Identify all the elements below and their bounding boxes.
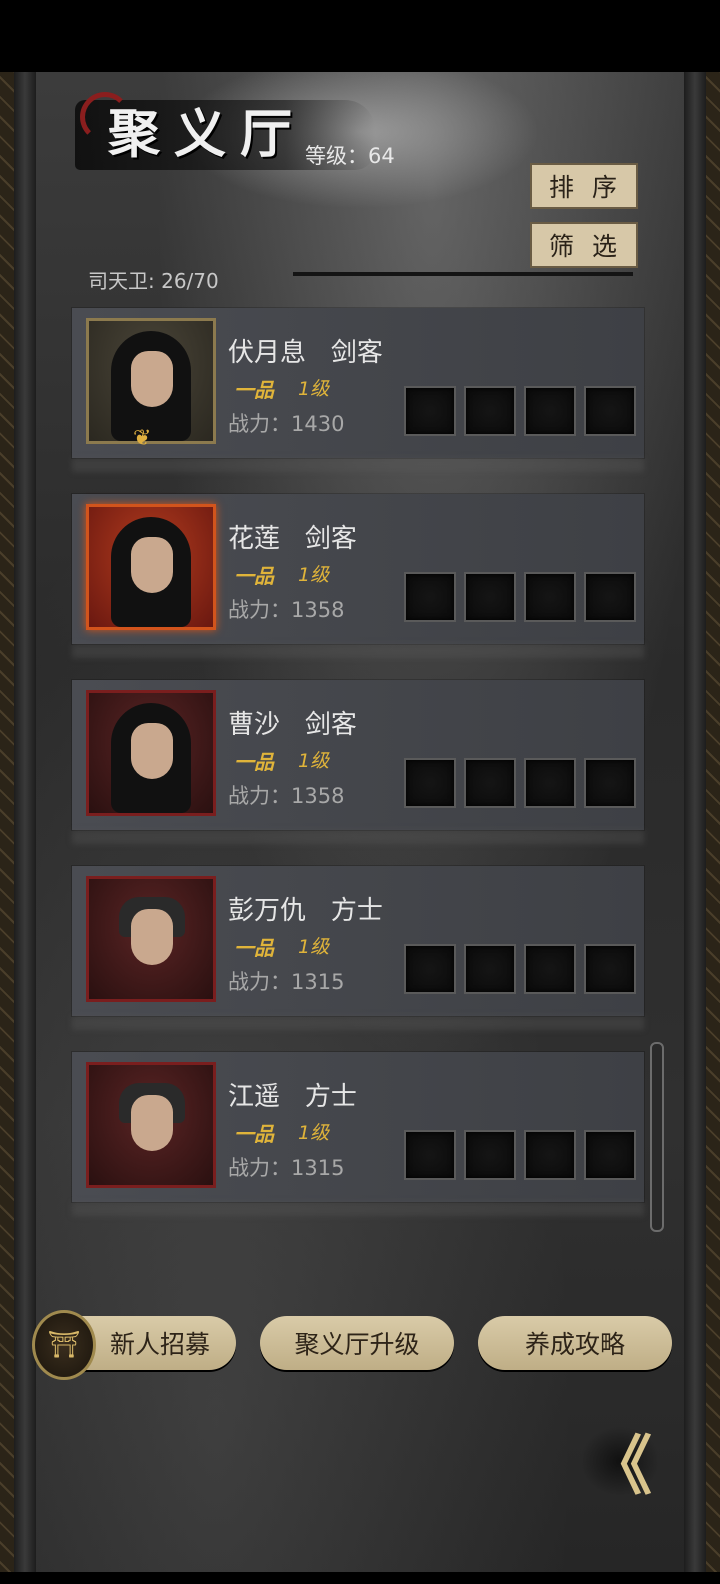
hero-name-text: 伏月息	[228, 338, 307, 368]
page-title: 聚义厅	[108, 104, 307, 165]
equipment-slot[interactable]	[584, 944, 636, 994]
filter-button[interactable]: 筛选	[530, 222, 638, 268]
hero-portrait[interactable]	[86, 1062, 216, 1188]
hero-level: 1级	[298, 936, 330, 958]
hall-level: 等级：64	[305, 144, 395, 168]
equipment-slot[interactable]	[464, 386, 516, 436]
equipment-slot[interactable]	[404, 386, 456, 436]
hero-name: 彭万仇 方士	[228, 890, 383, 927]
hero-card[interactable]: 曹沙 剑客 一品 1级 战力：1358	[72, 680, 644, 830]
hero-name: 曹沙 剑客	[228, 704, 357, 741]
hero-role: 剑客	[304, 524, 357, 554]
right-pillar	[684, 72, 706, 1572]
list-scrollbar[interactable]	[650, 1042, 664, 1232]
hero-name: 花莲 剑客	[228, 518, 357, 555]
equipment-slot[interactable]	[524, 1130, 576, 1180]
equipment-slot[interactable]	[404, 572, 456, 622]
equipment-slots	[404, 386, 636, 436]
hero-role: 方士	[330, 896, 383, 926]
equipment-slots	[404, 944, 636, 994]
equipment-slot[interactable]	[524, 386, 576, 436]
hero-name: 江遥 方士	[228, 1076, 357, 1113]
hero-role: 剑客	[304, 710, 357, 740]
hero-level: 1级	[298, 378, 330, 400]
face	[131, 723, 173, 779]
equipment-slot[interactable]	[584, 386, 636, 436]
hero-name: 伏月息 剑客	[228, 332, 383, 369]
hero-portrait[interactable]	[86, 504, 216, 630]
guide-button[interactable]: 养成攻略	[478, 1316, 672, 1370]
hero-name-text: 彭万仇	[228, 896, 307, 926]
face	[131, 1095, 173, 1151]
hero-name-text: 花莲	[228, 524, 281, 554]
equipment-slots	[404, 572, 636, 622]
hero-power: 战力：1358	[228, 598, 345, 622]
equipment-slot[interactable]	[404, 758, 456, 808]
hero-name-text: 江遥	[228, 1082, 281, 1112]
equipment-slots	[404, 1130, 636, 1180]
equipment-slot[interactable]	[404, 944, 456, 994]
equipment-slot[interactable]	[464, 758, 516, 808]
equipment-slot[interactable]	[524, 758, 576, 808]
equipment-slot[interactable]	[464, 1130, 516, 1180]
hero-rank: 一品	[234, 1122, 274, 1146]
hero-level: 1级	[298, 750, 330, 772]
right-border	[704, 72, 720, 1572]
equipment-slot[interactable]	[464, 944, 516, 994]
back-arrow-icon[interactable]: 《	[580, 1426, 660, 1504]
recruit-seal-icon[interactable]: ⛩	[32, 1310, 96, 1380]
hero-name-text: 曹沙	[228, 710, 281, 740]
hero-role: 方士	[304, 1082, 357, 1112]
hero-card[interactable]: 伏月息 剑客 一品 1级 战力：1430 ❦	[72, 308, 644, 458]
rank-emblem-icon: ❦	[133, 426, 152, 451]
hero-card[interactable]: 花莲 剑客 一品 1级 战力：1358	[72, 494, 644, 644]
hero-role: 剑客	[330, 338, 383, 368]
equipment-slots	[404, 758, 636, 808]
hero-card[interactable]: 彭万仇 方士 一品 1级 战力：1315	[72, 866, 644, 1016]
header-divider	[293, 272, 633, 276]
hero-rank: 一品	[234, 750, 274, 774]
hero-rank: 一品	[234, 378, 274, 402]
member-capacity: 司天卫: 26/70	[88, 269, 219, 293]
face	[131, 351, 173, 407]
hero-level: 1级	[298, 564, 330, 586]
equipment-slot[interactable]	[404, 1130, 456, 1180]
equipment-slot[interactable]	[584, 1130, 636, 1180]
hero-portrait[interactable]	[86, 876, 216, 1002]
hero-power: 战力：1315	[228, 1156, 345, 1180]
hero-power: 战力：1358	[228, 784, 345, 808]
face	[131, 909, 173, 965]
hero-level: 1级	[298, 1122, 330, 1144]
equipment-slot[interactable]	[584, 572, 636, 622]
hero-card[interactable]: 江遥 方士 一品 1级 战力：1315	[72, 1052, 644, 1202]
hero-portrait[interactable]	[86, 690, 216, 816]
hero-power: 战力：1430	[228, 412, 345, 436]
hero-rank: 一品	[234, 564, 274, 588]
hero-power: 战力：1315	[228, 970, 345, 994]
face	[131, 537, 173, 593]
equipment-slot[interactable]	[524, 572, 576, 622]
equipment-slot[interactable]	[524, 944, 576, 994]
sort-button[interactable]: 排序	[530, 163, 638, 209]
hero-rank: 一品	[234, 936, 274, 960]
equipment-slot[interactable]	[464, 572, 516, 622]
equipment-slot[interactable]	[584, 758, 636, 808]
hall-upgrade-button[interactable]: 聚义厅升级	[260, 1316, 454, 1370]
